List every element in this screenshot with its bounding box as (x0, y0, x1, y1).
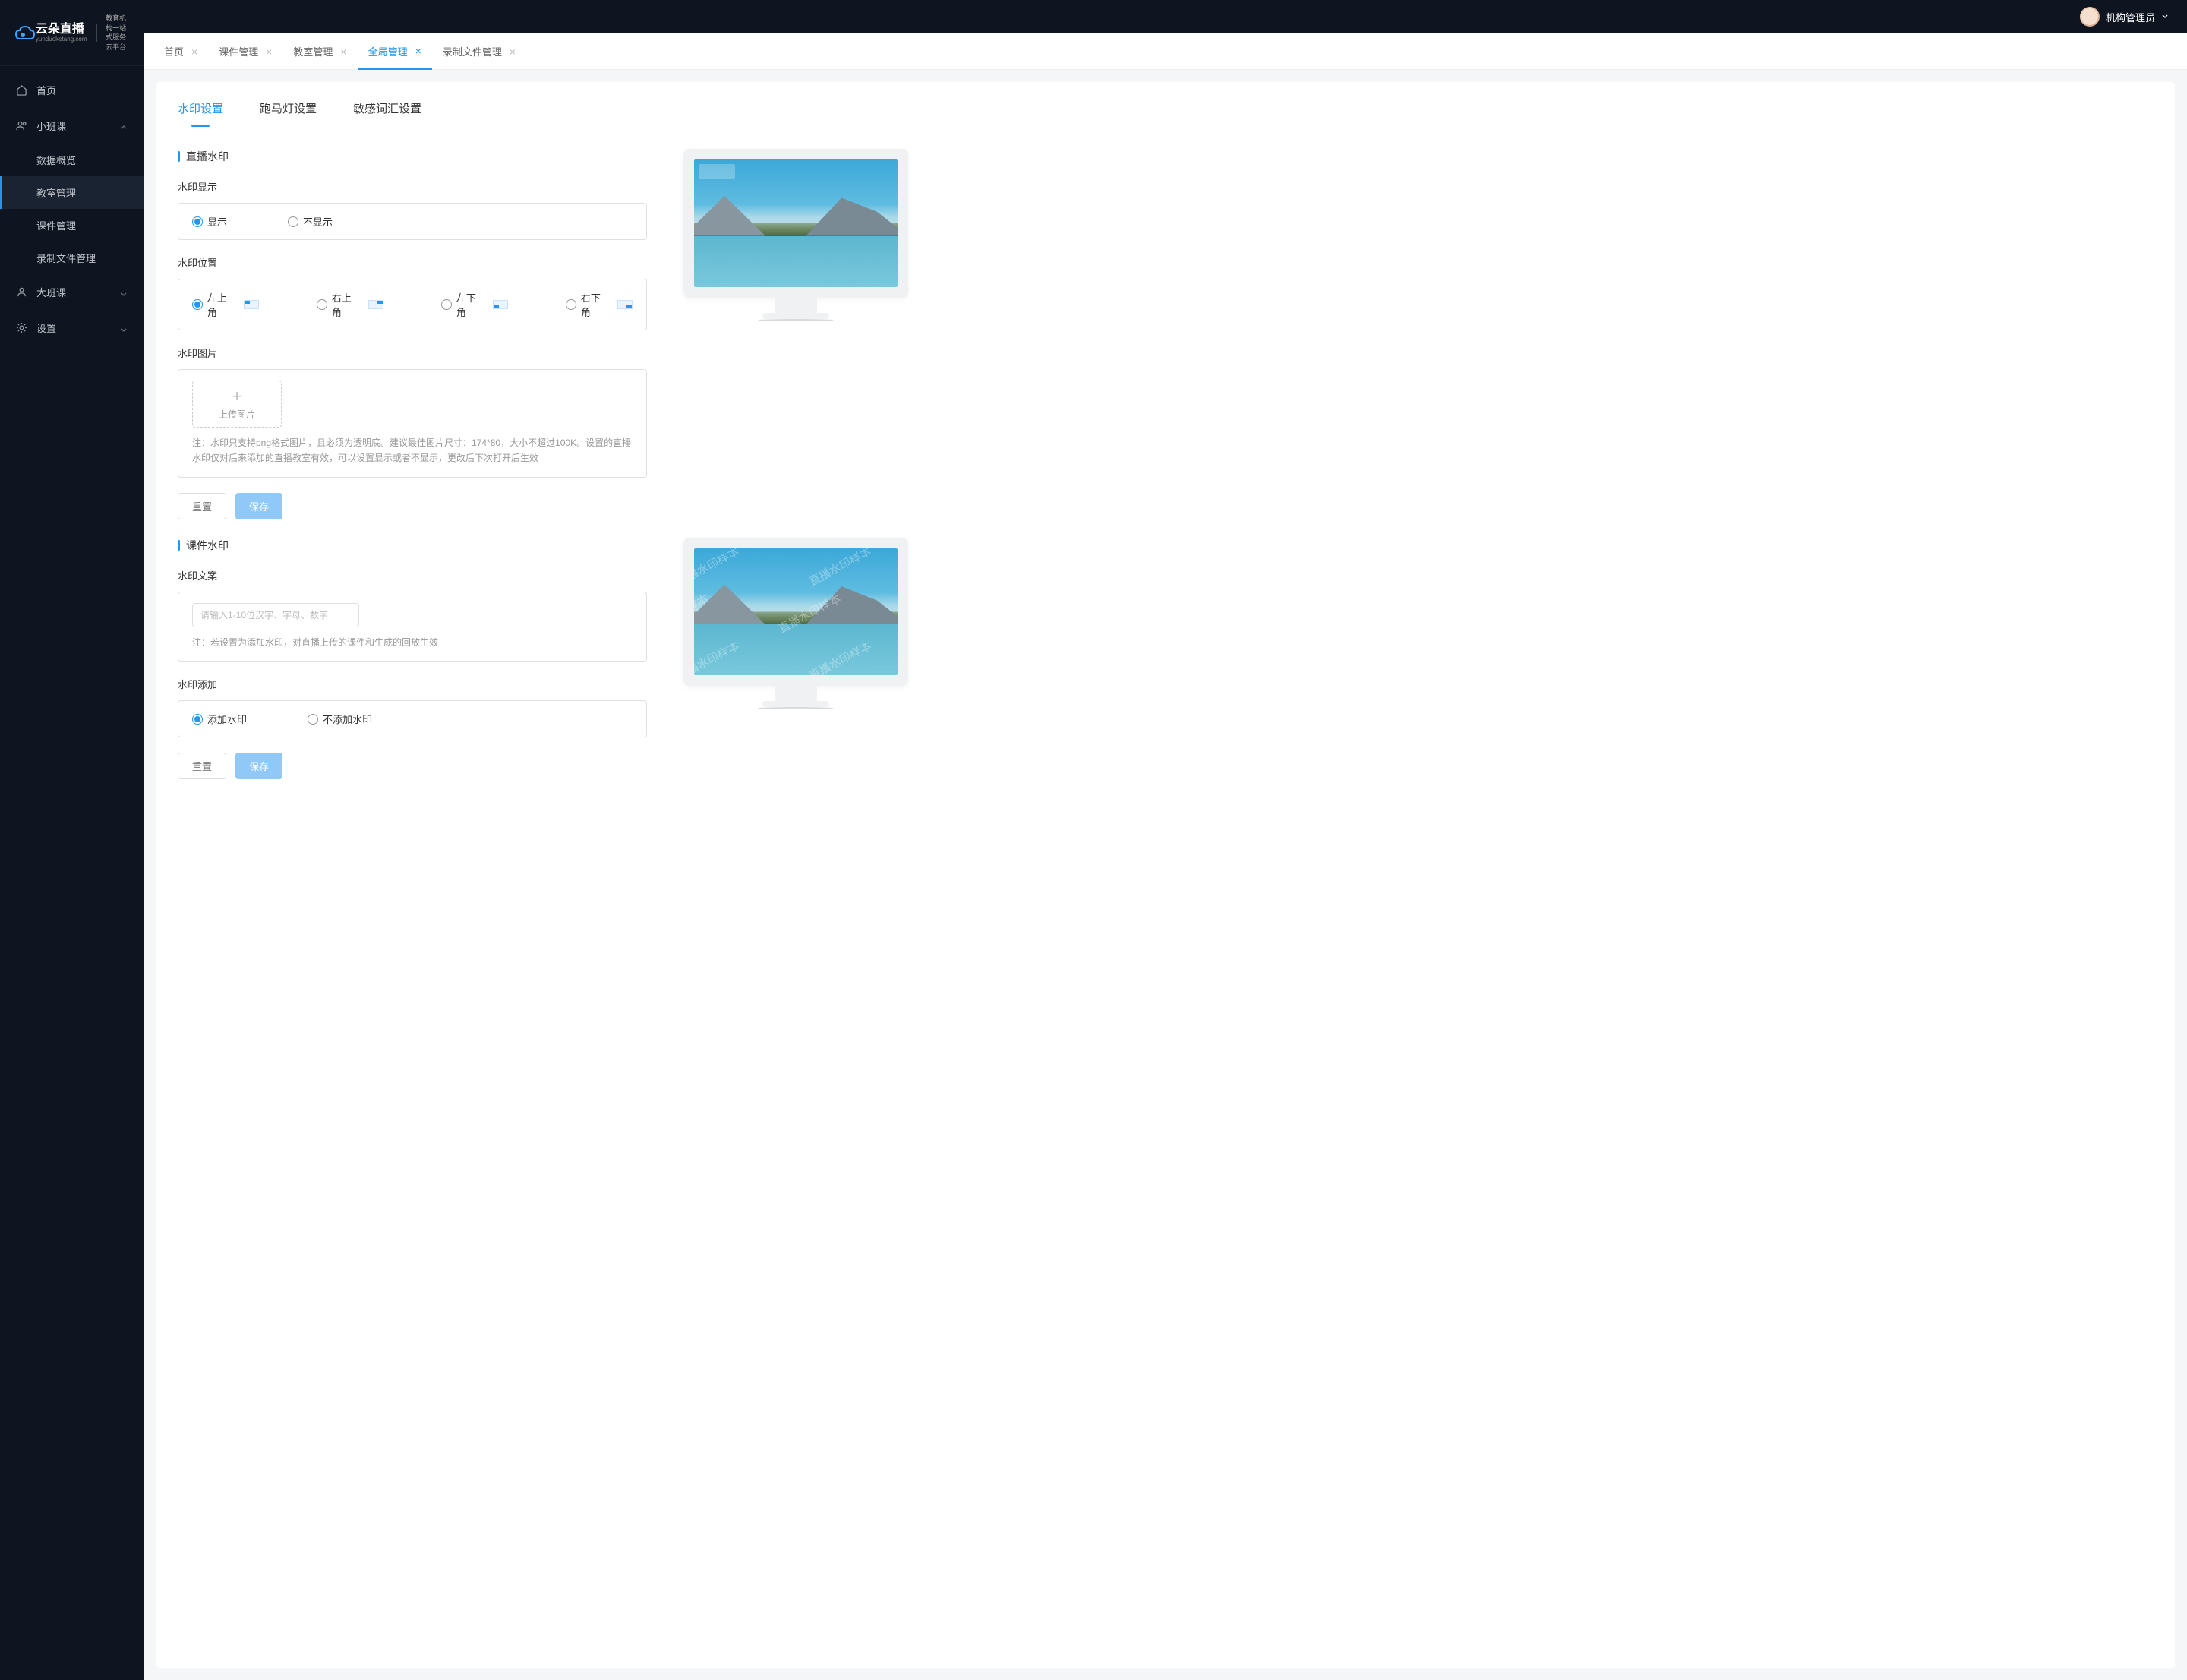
text-input-container: 注：若设置为添加水印，对直播上传的课件和生成的回放生效 (178, 592, 647, 662)
radio-icon (192, 714, 203, 725)
sidebar: 云朵直播 yunduoketang.com 教育机构一站 式服务云平台 首页 小… (0, 0, 144, 1680)
field-position-options: 左上角 右上角 左下角 (178, 279, 647, 330)
user-name: 机构管理员 (2106, 10, 2155, 24)
content-tab-marquee[interactable]: 跑马灯设置 (260, 100, 317, 127)
tab-courseware[interactable]: 课件管理 × (208, 33, 282, 69)
tab-recording[interactable]: 录制文件管理 × (432, 33, 526, 69)
position-marker-icon (244, 300, 259, 309)
chevron-down-icon (120, 324, 129, 333)
tab-global[interactable]: 全局管理 × (358, 34, 432, 70)
radio-pos-br[interactable]: 右下角 (566, 290, 633, 319)
sidebar-item-data-overview[interactable]: 数据概览 (0, 144, 144, 176)
sidebar-item-home[interactable]: 首页 (0, 72, 144, 108)
tab-classroom[interactable]: 教室管理 × (282, 33, 357, 69)
tab-home[interactable]: 首页 × (153, 33, 208, 69)
field-display-options: 显示 不显示 (178, 203, 647, 240)
avatar (2080, 7, 2100, 27)
field-label-position: 水印位置 (178, 255, 647, 270)
sidebar-item-recording-mgmt[interactable]: 录制文件管理 (0, 242, 144, 274)
radio-icon (566, 299, 576, 310)
sidebar-item-settings[interactable]: 设置 (0, 310, 144, 346)
field-add-options: 添加水印 不添加水印 (178, 700, 647, 737)
radio-pos-tl[interactable]: 左上角 (192, 290, 259, 319)
content-tab-sensitive[interactable]: 敏感词汇设置 (353, 100, 421, 127)
user-menu[interactable]: 机构管理员 (2080, 7, 2169, 27)
logo-divider (96, 24, 97, 42)
header: 机构管理员 (144, 0, 2187, 33)
radio-icon (441, 299, 452, 310)
gear-icon (15, 322, 27, 334)
radio-pos-bl[interactable]: 左下角 (441, 290, 508, 319)
upload-button[interactable]: + 上传图片 (192, 381, 282, 428)
radio-icon (192, 299, 203, 310)
sidebar-item-courseware-mgmt[interactable]: 课件管理 (0, 209, 144, 242)
radio-icon (288, 216, 298, 227)
field-label-text: 水印文案 (178, 568, 647, 583)
chevron-up-icon (120, 122, 129, 131)
watermark-text-input[interactable] (192, 603, 359, 627)
radio-icon (317, 299, 327, 310)
logo-main-text: 云朵直播 (36, 23, 87, 36)
close-icon[interactable]: × (340, 46, 346, 57)
nav: 首页 小班课 数据概览 教室管理 课件管理 录制文件管理 大班课 (0, 66, 144, 346)
reset-button[interactable]: 重置 (178, 753, 226, 779)
logo: 云朵直播 yunduoketang.com 教育机构一站 式服务云平台 (0, 0, 144, 66)
document-tabs: 首页 × 课件管理 × 教室管理 × 全局管理 × 录制文件管理 × (144, 33, 2187, 70)
preview-monitor (683, 149, 908, 298)
logo-sub-text: yunduoketang.com (36, 36, 87, 43)
field-label-image: 水印图片 (178, 346, 647, 360)
sidebar-item-classroom-mgmt[interactable]: 教室管理 (0, 176, 144, 209)
content-panel: 水印设置 跑马灯设置 敏感词汇设置 直播水印 水印显示 显示 (156, 82, 2175, 1668)
field-label-add: 水印添加 (178, 677, 647, 691)
content-tab-watermark[interactable]: 水印设置 (178, 100, 223, 127)
watermark-preview-badge (699, 164, 735, 179)
users-line-icon (15, 286, 27, 298)
chevron-down-icon (120, 288, 129, 297)
position-marker-icon (617, 300, 633, 309)
radio-display-show[interactable]: 显示 (192, 214, 227, 229)
save-button[interactable]: 保存 (235, 493, 282, 519)
preview-screen: 直播水印样本 直播水印样本 直播水印样本 直播水印样本 直播水印样本 直播水印样… (694, 548, 898, 676)
close-icon[interactable]: × (191, 46, 197, 57)
radio-display-hide[interactable]: 不显示 (288, 214, 333, 229)
position-marker-icon (493, 300, 508, 309)
upload-hint: 注：水印只支持png格式图片，且必须为透明底。建议最佳图片尺寸：174*80，大… (192, 435, 633, 466)
radio-icon (308, 714, 318, 725)
section-title-live-watermark: 直播水印 (178, 149, 647, 164)
logo-icon (15, 23, 27, 43)
logo-tagline: 教育机构一站 式服务云平台 (106, 14, 129, 52)
radio-add-no[interactable]: 不添加水印 (308, 712, 372, 726)
radio-pos-tr[interactable]: 右上角 (317, 290, 383, 319)
users-icon (15, 120, 27, 132)
save-button[interactable]: 保存 (235, 753, 282, 779)
close-icon[interactable]: × (266, 46, 272, 57)
upload-container: + 上传图片 注：水印只支持png格式图片，且必须为透明底。建议最佳图片尺寸：1… (178, 369, 647, 478)
preview-monitor: 直播水印样本 直播水印样本 直播水印样本 直播水印样本 直播水印样本 直播水印样… (683, 538, 908, 687)
home-icon (15, 84, 27, 96)
radio-add-yes[interactable]: 添加水印 (192, 712, 247, 726)
plus-icon: + (232, 388, 242, 405)
preview-screen (694, 159, 898, 287)
chevron-down-icon (2161, 10, 2169, 24)
reset-button[interactable]: 重置 (178, 493, 226, 519)
close-icon[interactable]: × (415, 46, 421, 56)
position-marker-icon (368, 300, 383, 309)
sidebar-item-small-class[interactable]: 小班课 (0, 108, 144, 144)
radio-icon (192, 216, 203, 227)
content-tabs: 水印设置 跑马灯设置 敏感词汇设置 (178, 82, 2154, 128)
close-icon[interactable]: × (510, 46, 516, 57)
field-label-display: 水印显示 (178, 179, 647, 194)
sidebar-item-large-class[interactable]: 大班课 (0, 274, 144, 310)
text-hint: 注：若设置为添加水印，对直播上传的课件和生成的回放生效 (192, 635, 633, 650)
section-title-courseware-watermark: 课件水印 (178, 538, 647, 553)
